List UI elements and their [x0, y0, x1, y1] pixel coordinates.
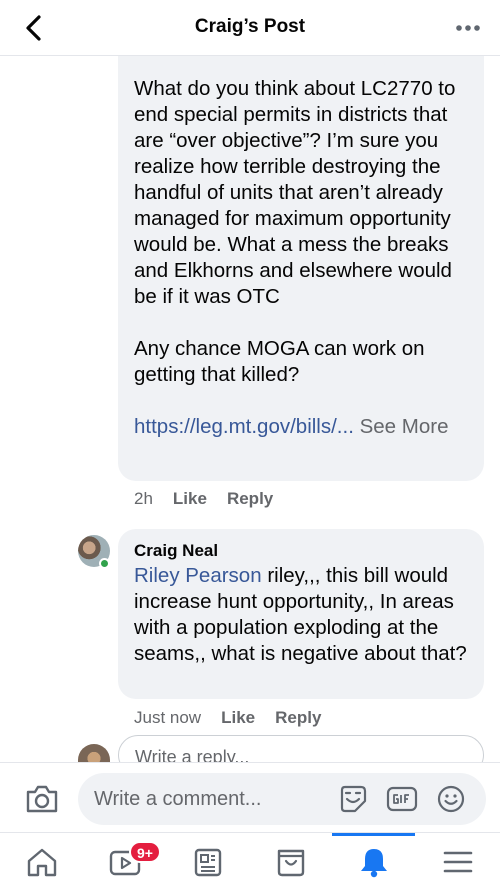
tab-menu[interactable] — [415, 833, 500, 890]
comment-time: 2h — [134, 489, 153, 508]
marketplace-icon — [277, 849, 304, 877]
bell-icon — [360, 849, 387, 878]
comment-bubble[interactable]: What do you think about LC2770 to end sp… — [118, 56, 484, 481]
tab-video[interactable]: 9+ — [83, 833, 166, 890]
reply-meta: Just now Like Reply — [134, 708, 321, 728]
comment-input[interactable] — [94, 786, 324, 812]
emoji-button[interactable] — [434, 783, 468, 815]
post-header: Craig’s Post — [0, 0, 500, 56]
comment-paragraph: Any chance MOGA can work on getting that… — [134, 337, 425, 386]
mention-link[interactable]: Riley Pearson — [134, 564, 262, 587]
bottom-nav: 9+ — [0, 832, 500, 890]
emoji-icon — [437, 785, 465, 813]
news-icon — [194, 848, 221, 877]
more-options-button[interactable] — [454, 16, 482, 40]
gif-icon — [386, 786, 418, 812]
tab-news[interactable] — [166, 833, 249, 890]
comment-text: What do you think about LC2770 to end sp… — [134, 76, 474, 440]
active-tab-indicator — [332, 833, 415, 836]
camera-button[interactable] — [22, 781, 62, 817]
comment-link-line: https://leg.mt.gov/bills/... See More — [134, 414, 474, 440]
tab-home[interactable] — [0, 833, 83, 890]
reply-text: Riley Pearson riley,,, this bill would i… — [134, 563, 474, 667]
comment-paragraph: What do you think about LC2770 to end sp… — [134, 77, 456, 308]
tab-marketplace[interactable] — [249, 833, 332, 890]
see-more-link[interactable]: See More — [360, 415, 449, 438]
sticker-button[interactable] — [336, 783, 370, 815]
comment-author[interactable]: Craig Neal — [134, 541, 218, 561]
sticker-icon — [340, 785, 367, 813]
reply-button[interactable]: Reply — [227, 489, 273, 509]
page-title: Craig’s Post — [194, 16, 306, 37]
comment-link[interactable]: https://leg.mt.gov/bills/... — [134, 415, 354, 438]
notification-badge: 9+ — [129, 841, 161, 863]
comment-composer — [0, 762, 500, 832]
reply-bubble[interactable]: Craig Neal Riley Pearson riley,,, this b… — [118, 529, 484, 699]
tab-notifications[interactable] — [332, 833, 415, 890]
home-icon — [27, 848, 56, 877]
camera-icon — [26, 785, 58, 813]
online-status-indicator — [99, 558, 110, 569]
comment-field[interactable] — [78, 773, 486, 825]
menu-icon — [443, 851, 472, 873]
gif-button[interactable] — [385, 783, 419, 815]
more-horizontal-icon — [456, 25, 480, 31]
comment-meta: 2h Like Reply — [134, 489, 273, 509]
reply-button[interactable]: Reply — [275, 708, 321, 728]
like-button[interactable]: Like — [221, 708, 255, 728]
reply-time: Just now — [134, 708, 202, 727]
like-button[interactable]: Like — [173, 489, 207, 509]
